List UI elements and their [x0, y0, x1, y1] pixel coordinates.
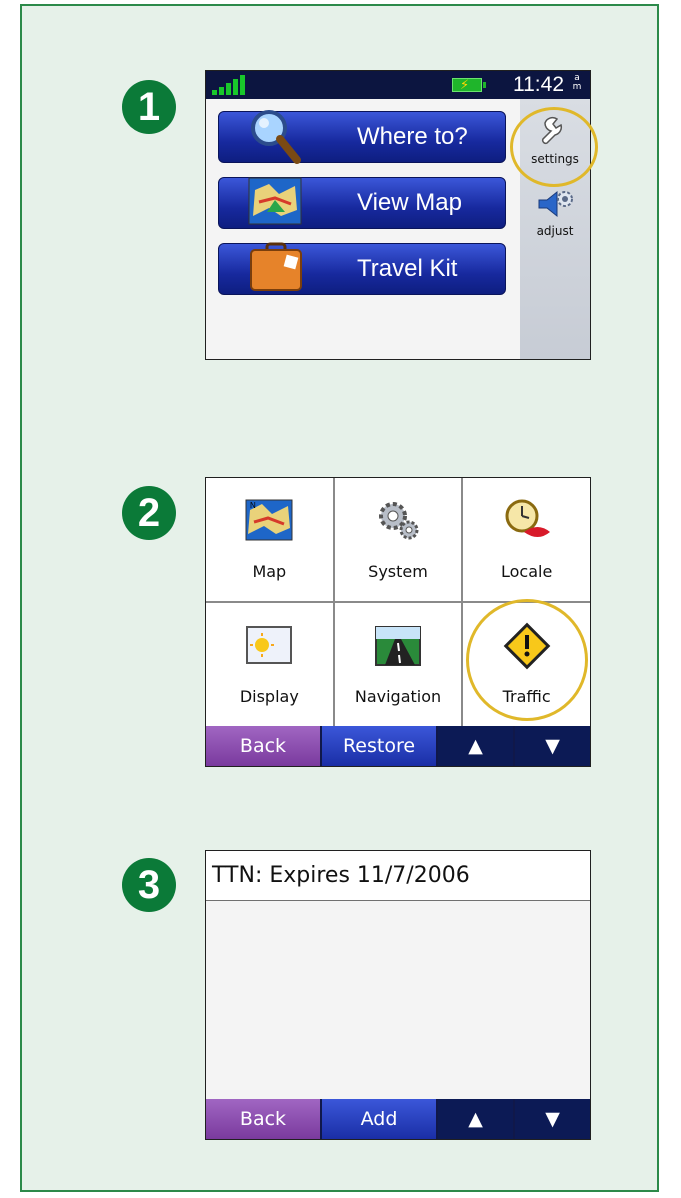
- scroll-up-button[interactable]: ▲: [438, 726, 513, 766]
- locale-label: Locale: [501, 562, 553, 581]
- clock-lips-icon: [505, 499, 550, 537]
- where-to-label: Where to?: [357, 123, 468, 150]
- travel-kit-button[interactable]: Travel Kit: [218, 242, 506, 295]
- step-1-marker: 1: [122, 80, 176, 134]
- where-to-button[interactable]: Where to?: [218, 110, 506, 164]
- scroll-up-button[interactable]: ▲: [438, 1099, 513, 1139]
- system-settings-tile[interactable]: System: [334, 478, 462, 601]
- view-map-label: View Map: [357, 189, 462, 216]
- navigation-label: Navigation: [354, 687, 442, 706]
- traffic-subscription-screen: TTN: Expires 11/7/2006 Back Add ▲ ▼: [205, 850, 591, 1140]
- view-map-button[interactable]: View Map: [218, 177, 506, 229]
- step-3-marker: 3: [122, 858, 176, 912]
- adjust-label: adjust: [536, 224, 574, 238]
- map-icon: [248, 177, 302, 225]
- magnifier-icon: [251, 110, 301, 164]
- gears-icon: [378, 502, 419, 540]
- step-3-number: 3: [137, 862, 161, 907]
- back-button[interactable]: Back: [206, 726, 320, 766]
- step-2-marker: 2: [122, 486, 176, 540]
- status-bar: ⚡ 11:42 am: [206, 71, 590, 99]
- navigation-settings-tile[interactable]: Navigation: [334, 603, 462, 726]
- travel-kit-label: Travel Kit: [357, 255, 458, 282]
- adjust-button[interactable]: adjust: [522, 187, 588, 238]
- suitcase-icon: [250, 242, 302, 291]
- restore-button[interactable]: Restore: [322, 726, 436, 766]
- clock: 11:42: [513, 73, 564, 96]
- back-button[interactable]: Back: [206, 1099, 320, 1139]
- settings-highlight-ring: [510, 107, 598, 187]
- map-settings-tile[interactable]: N Map: [206, 478, 333, 601]
- signal-strength-icon: [212, 75, 245, 95]
- display-settings-tile[interactable]: Display: [206, 603, 333, 726]
- scroll-down-button[interactable]: ▼: [515, 726, 590, 766]
- road-icon: [374, 626, 421, 666]
- scroll-down-button[interactable]: ▼: [515, 1099, 590, 1139]
- svg-text:N: N: [250, 501, 256, 510]
- clock-ampm: am: [572, 73, 582, 92]
- display-label: Display: [239, 687, 299, 706]
- map-icon: N: [245, 499, 293, 541]
- add-button[interactable]: Add: [322, 1099, 436, 1139]
- system-label: System: [368, 562, 428, 581]
- traffic-highlight-ring: [466, 599, 588, 721]
- step-1-number: 1: [137, 84, 161, 129]
- subscription-item[interactable]: TTN: Expires 11/7/2006: [206, 851, 590, 901]
- settings-button-bar: Back Restore ▲ ▼: [206, 726, 590, 766]
- speaker-icon: [538, 190, 573, 218]
- map-label: Map: [252, 562, 287, 581]
- locale-settings-tile[interactable]: Locale: [463, 478, 590, 601]
- step-2-number: 2: [137, 490, 161, 535]
- traffic-button-bar: Back Add ▲ ▼: [206, 1099, 590, 1139]
- sun-moon-icon: [246, 626, 293, 664]
- battery-charging-icon: ⚡: [452, 78, 486, 93]
